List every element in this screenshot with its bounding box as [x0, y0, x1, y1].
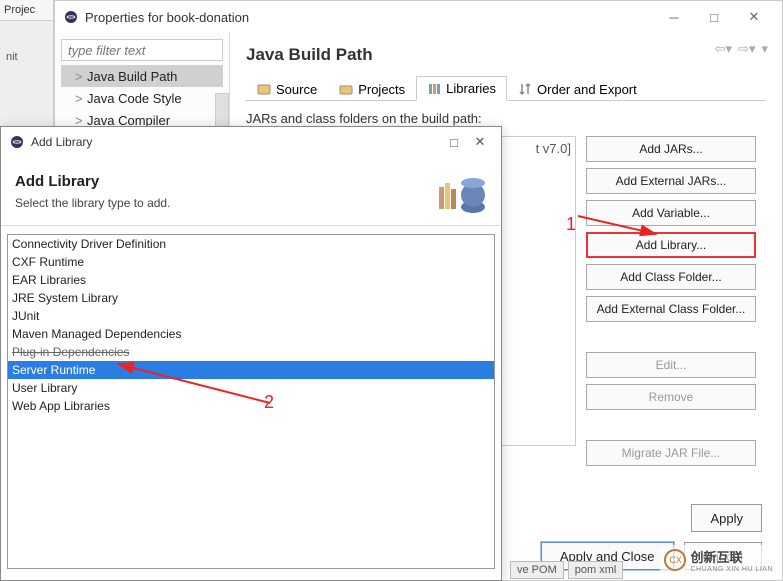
- add-jars-button[interactable]: Add JARs...: [586, 136, 756, 162]
- dialog-titlebar: Add Library □ ✕: [1, 127, 501, 157]
- logo-text: 创新互联: [690, 547, 773, 566]
- add-library-button[interactable]: Add Library...: [586, 232, 756, 258]
- order-icon: [518, 82, 532, 96]
- list-item[interactable]: JUnit: [8, 307, 494, 325]
- add-variable-button[interactable]: Add Variable...: [586, 200, 756, 226]
- dialog-maximize-button[interactable]: □: [441, 130, 467, 154]
- properties-titlebar: Properties for book-donation ─ □ ✕: [55, 1, 782, 33]
- list-item[interactable]: EAR Libraries: [8, 271, 494, 289]
- list-item-disabled[interactable]: Plug-in Dependencies: [8, 343, 494, 361]
- filter-input[interactable]: [61, 39, 223, 61]
- list-item[interactable]: User Library: [8, 379, 494, 397]
- watermark-logo: CX 创新互联 CHUANG XIN HU LIAN: [660, 545, 777, 575]
- forward-icon[interactable]: ⇨▾: [738, 41, 755, 57]
- eclipse-icon: [63, 9, 79, 25]
- dialog-subheading: Select the library type to add.: [15, 196, 170, 210]
- add-external-jars-button[interactable]: Add External JARs...: [586, 168, 756, 194]
- annotation-number-1: 1: [566, 214, 576, 235]
- list-item[interactable]: Web App Libraries: [8, 397, 494, 415]
- dialog-title: Add Library: [31, 135, 441, 149]
- tree-item-java-build-path[interactable]: >Java Build Path: [61, 65, 223, 87]
- list-item[interactable]: CXF Runtime: [8, 253, 494, 271]
- apply-button[interactable]: Apply: [691, 504, 762, 532]
- chevron-right-icon: >: [75, 69, 87, 84]
- dialog-header: Add Library Select the library type to a…: [1, 157, 501, 226]
- migrate-jar-button[interactable]: Migrate JAR File...: [586, 440, 756, 466]
- projects-panel-title: Projec: [0, 0, 53, 21]
- tab-source[interactable]: Source: [246, 76, 328, 101]
- remove-button[interactable]: Remove: [586, 384, 756, 410]
- source-icon: [257, 82, 271, 96]
- list-item-server-runtime[interactable]: Server Runtime: [8, 361, 494, 379]
- library-jar-icon: [433, 167, 487, 215]
- edit-button[interactable]: Edit...: [586, 352, 756, 378]
- chevron-right-icon: >: [75, 91, 87, 106]
- libraries-icon: [427, 82, 441, 96]
- category-tree[interactable]: >Java Build Path >Java Code Style >Java …: [61, 65, 223, 131]
- eclipse-icon: [9, 134, 25, 150]
- button-column: Add JARs... Add External JARs... Add Var…: [586, 136, 756, 466]
- add-library-dialog: Add Library □ ✕ Add Library Select the l…: [0, 126, 502, 581]
- stub-tab[interactable]: ve POM: [510, 561, 564, 579]
- dropdown-icon[interactable]: ▾: [761, 41, 768, 57]
- list-item[interactable]: Connectivity Driver Definition: [8, 235, 494, 253]
- tab-libraries[interactable]: Libraries: [416, 76, 507, 101]
- add-class-folder-button[interactable]: Add Class Folder...: [586, 264, 756, 290]
- stub-tab[interactable]: pom xml: [568, 561, 624, 579]
- jar-description: JARs and class folders on the build path…: [246, 111, 766, 126]
- build-path-tabs: Source Projects Libraries Order and Expo…: [246, 75, 766, 101]
- dialog-close-button[interactable]: ✕: [467, 130, 493, 154]
- tab-order-export[interactable]: Order and Export: [507, 76, 648, 101]
- logo-mark-icon: CX: [664, 549, 686, 571]
- bottom-editor-tabs: ve POM pom xml: [510, 561, 623, 579]
- logo-subtext: CHUANG XIN HU LIAN: [690, 566, 773, 573]
- tab-projects[interactable]: Projects: [328, 76, 416, 101]
- list-item[interactable]: JRE System Library: [8, 289, 494, 307]
- library-type-list[interactable]: Connectivity Driver Definition CXF Runti…: [7, 234, 495, 569]
- projects-icon: [339, 82, 353, 96]
- back-icon[interactable]: ⇦▾: [715, 41, 732, 57]
- annotation-number-2: 2: [264, 392, 274, 413]
- dialog-heading: Add Library: [15, 173, 170, 190]
- maximize-button[interactable]: □: [694, 3, 734, 31]
- list-item[interactable]: Maven Managed Dependencies: [8, 325, 494, 343]
- projects-side-tab[interactable]: nit: [0, 45, 53, 69]
- nav-history-icons: ⇦▾ ⇨▾ ▾: [715, 41, 768, 57]
- tree-item-java-code-style[interactable]: >Java Code Style: [61, 87, 223, 109]
- minimize-button[interactable]: ─: [654, 3, 694, 31]
- properties-title: Properties for book-donation: [85, 10, 654, 25]
- section-title: Java Build Path: [246, 45, 766, 65]
- add-external-class-folder-button[interactable]: Add External Class Folder...: [586, 296, 756, 322]
- close-button[interactable]: ✕: [734, 3, 774, 31]
